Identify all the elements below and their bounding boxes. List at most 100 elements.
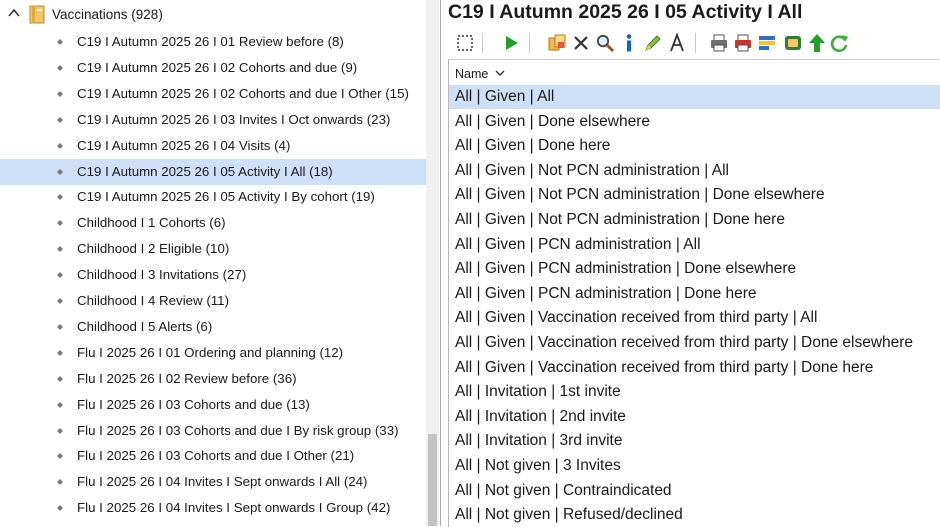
tree-item[interactable]: Flu I 2025 26 I 01 Ordering and planning… [0, 340, 426, 366]
chevron-up-icon[interactable] [7, 6, 21, 20]
list-item[interactable]: All | Given | PCN administration | Done … [449, 257, 940, 281]
tree-item-label: Childhood I 4 Review (11) [77, 293, 230, 308]
list-item-label: All | Given | PCN administration | All [455, 235, 701, 253]
diamond-bullet-icon [57, 90, 63, 97]
toolbar [449, 30, 939, 56]
list-item[interactable]: All | Given | Done here [449, 134, 940, 158]
list-item[interactable]: All | Given | Vaccination received from … [449, 356, 940, 380]
list-item[interactable]: All | Given | PCN administration | All [449, 233, 940, 257]
tree-item[interactable]: C19 I Autumn 2025 26 I 02 Cohorts and du… [0, 81, 426, 107]
toolbar-separator [695, 33, 696, 53]
tree-item-label: Flu I 2025 26 I 03 Cohorts and due (13) [77, 396, 310, 412]
edit-icon[interactable] [641, 31, 665, 55]
upload-icon[interactable] [805, 31, 829, 55]
tree-item[interactable]: Flu I 2025 26 I 04 Invites I Sept onward… [0, 495, 426, 521]
diamond-bullet-icon [57, 246, 63, 253]
tree-item[interactable]: Flu I 2025 26 I 04 Invites I Sept onward… [0, 469, 426, 495]
tree-scrollbar[interactable] [426, 0, 439, 526]
list-item[interactable]: All | Given | Vaccination received from … [449, 331, 940, 355]
tree-item-label: C19 I Autumn 2025 26 I 03 Invites I Oct … [77, 111, 391, 127]
tree-item[interactable]: C19 I Autumn 2025 26 I 05 Activity I All… [0, 158, 426, 185]
diamond-bullet-icon [57, 349, 63, 356]
tree-item-label: Childhood I 5 Alerts (6) [77, 318, 213, 334]
report-icon[interactable] [755, 31, 779, 55]
detail-pane: C19 I Autumn 2025 26 I 05 Activity I All [441, 0, 940, 527]
tree-item[interactable]: Flu I 2025 26 I 03 Cohorts and due I By … [0, 418, 426, 444]
tree-item[interactable]: C19 I Autumn 2025 26 I 02 Cohorts and du… [0, 55, 426, 81]
list-item-label: All | Not given | Contraindicated [455, 481, 672, 499]
list-item[interactable]: All | Given | Not PCN administration | D… [449, 208, 940, 232]
tree-node-vaccinations[interactable]: Vaccinations (928) [0, 3, 440, 27]
tree-item-label: C19 I Autumn 2025 26 I 02 Cohorts and du… [77, 59, 358, 75]
tree-item-label: C19 I Autumn 2025 26 I 05 Activity I By … [77, 189, 375, 205]
list-item[interactable]: All | Invitation | 3rd invite [449, 429, 940, 453]
list-item-label: All | Given | Done here [455, 137, 611, 155]
tree-item[interactable]: C19 I Autumn 2025 26 I 03 Invites I Oct … [0, 107, 426, 133]
tree-item-label: Flu I 2025 26 I 02 Review before (36) [77, 370, 297, 386]
refresh-icon[interactable] [827, 31, 851, 55]
list-item[interactable]: All | Not given | Refused/declined [449, 503, 940, 527]
tree-item[interactable]: Childhood I 1 Cohorts (6) [0, 210, 426, 236]
list-item[interactable]: All | Given | All [449, 85, 940, 109]
toolbar-separator [529, 33, 530, 53]
list-item[interactable]: All | Given | PCN administration | Done … [449, 282, 940, 306]
copy-icon[interactable] [545, 31, 569, 55]
folder-icon [29, 5, 45, 24]
tree-item[interactable]: C19 I Autumn 2025 26 I 05 Activity I By … [0, 184, 426, 210]
list-item-label: All | Given | PCN administration | Done … [455, 260, 797, 278]
tree-item-label: C19 I Autumn 2025 26 I 01 Review before … [77, 34, 344, 49]
database-icon[interactable] [781, 31, 805, 55]
list-item[interactable]: All | Given | Not PCN administration | D… [449, 183, 940, 207]
tree-item-label: Flu I 2025 26 I 04 Invites I Sept onward… [77, 500, 391, 516]
list-item-label: All | Given | Not PCN administration | D… [455, 211, 785, 228]
tree-item-label: Flu I 2025 26 I 03 Cohorts and due I By … [77, 422, 399, 438]
tree-item[interactable]: Childhood I 2 Eligible (10) [0, 236, 426, 262]
list-item[interactable]: All | Not given | 3 Invites [449, 454, 940, 478]
scrollbar-thumb[interactable] [428, 434, 437, 526]
info-icon[interactable] [617, 31, 641, 55]
diamond-bullet-icon [57, 298, 63, 304]
diamond-bullet-icon [57, 116, 63, 123]
list-item[interactable]: All | Invitation | 1st invite [449, 380, 940, 404]
search-icon[interactable] [593, 31, 617, 55]
tree-item[interactable]: Childhood I 4 Review (11) [0, 288, 426, 314]
tree-item[interactable]: Flu I 2025 26 I 02 Review before (36) [0, 366, 426, 392]
list-item-label: All | Invitation | 3rd invite [455, 432, 623, 450]
list-item[interactable]: All | Given | Not PCN administration | A… [449, 159, 940, 183]
font-icon[interactable] [665, 31, 689, 55]
print-icon[interactable] [707, 31, 731, 55]
tree-item-label: Childhood I 1 Cohorts (6) [77, 215, 226, 231]
select-icon[interactable] [453, 31, 477, 55]
tree-root-label: Vaccinations (928) [52, 7, 163, 22]
list-item-label: All | Given | Not PCN administration | D… [455, 186, 825, 204]
delete-icon[interactable] [569, 31, 593, 55]
list-item[interactable]: All | Invitation | 2nd invite [449, 405, 940, 429]
column-header-name[interactable]: Name [449, 60, 940, 87]
list-item[interactable]: All | Given | Done elsewhere [449, 110, 940, 134]
tree-item[interactable]: Flu I 2025 26 I 03 Cohorts and due (13) [0, 392, 426, 418]
diamond-bullet-icon [57, 453, 63, 460]
list-item-label: All | Given | Not PCN administration | A… [455, 161, 729, 179]
chevron-down-icon [495, 70, 505, 76]
tree-item[interactable]: Childhood I 3 Invitations (27) [0, 262, 426, 288]
diamond-bullet-icon [57, 427, 63, 434]
tree-item[interactable]: Flu I 2025 26 I 03 Cohorts and due I Oth… [0, 443, 426, 469]
print-red-icon[interactable] [731, 31, 755, 55]
tree-item-label: Flu I 2025 26 I 03 Cohorts and due I Oth… [77, 448, 355, 464]
tree-item-label: Childhood I 2 Eligible (10) [77, 241, 230, 257]
detail-list: Name All | Given | All All | Given | Done… [448, 59, 940, 527]
list-item-label: All | Given | All [455, 88, 555, 105]
list-item[interactable]: All | Not given | Contraindicated [449, 479, 940, 503]
toolbar-separator [482, 33, 483, 53]
tree-item-label: C19 I Autumn 2025 26 I 05 Activity I All… [77, 163, 333, 179]
list-item-label: All | Invitation | 2nd invite [455, 407, 626, 425]
tree-item-label: C19 I Autumn 2025 26 I 02 Cohorts and du… [77, 85, 409, 101]
tree-item[interactable]: Childhood I 5 Alerts (6) [0, 314, 426, 340]
run-icon[interactable] [499, 31, 523, 55]
page-title: C19 I Autumn 2025 26 I 05 Activity I All [448, 1, 803, 23]
tree-item[interactable]: C19 I Autumn 2025 26 I 01 Review before … [0, 29, 426, 55]
tree-item[interactable]: C19 I Autumn 2025 26 I 04 Visits (4) [0, 133, 426, 159]
list-item[interactable]: All | Given | Vaccination received from … [449, 306, 940, 330]
tree-item-label: Childhood I 3 Invitations (27) [77, 267, 247, 283]
diamond-bullet-icon [57, 168, 63, 175]
